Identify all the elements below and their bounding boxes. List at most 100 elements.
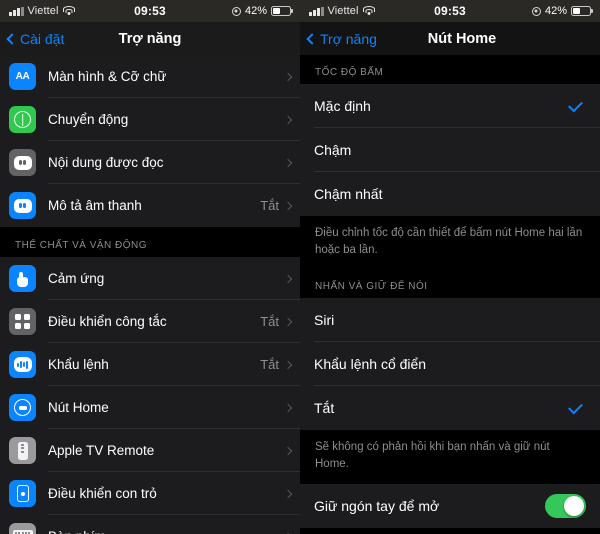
status-bar-left-group: Viettel xyxy=(309,5,376,17)
row-label: Màn hình & Cỡ chữ xyxy=(48,69,167,84)
sidebar-item-keyboard[interactable]: Bàn phím xyxy=(0,515,300,534)
option-default[interactable]: Mặc định xyxy=(300,84,600,128)
home-button-icon xyxy=(9,394,36,421)
carrier-label: Viettel xyxy=(327,5,359,17)
option-label: Tắt xyxy=(314,400,335,417)
clock-label: 09:53 xyxy=(134,4,166,18)
status-bar-right-group: 42% xyxy=(231,5,291,17)
back-button-accessibility[interactable]: Trợ năng xyxy=(306,30,377,47)
touch-icon xyxy=(9,265,36,292)
audio-descriptions-icon xyxy=(9,192,36,219)
row-label: Nội dung được đọc xyxy=(48,155,164,170)
option-off[interactable]: Tắt xyxy=(300,386,600,431)
sidebar-item-touch[interactable]: Cảm ứng xyxy=(0,257,300,300)
battery-icon xyxy=(271,6,291,16)
option-slow[interactable]: Chậm xyxy=(300,128,600,172)
checkmark-icon xyxy=(568,97,583,112)
switch-control-icon xyxy=(9,308,36,335)
row-label: Cảm ứng xyxy=(48,271,105,286)
chevron-right-icon xyxy=(283,201,293,210)
sidebar-item-audio-descriptions[interactable]: Mô tả âm thanh Tắt xyxy=(0,184,300,227)
pointer-control-icon xyxy=(9,480,36,507)
wifi-icon xyxy=(63,6,76,16)
sidebar-item-motion[interactable]: Chuyển động xyxy=(0,98,300,141)
sidebar-item-switch-control[interactable]: Điều khiển công tắc Tắt xyxy=(0,300,300,343)
chevron-right-icon xyxy=(283,72,293,81)
wifi-icon xyxy=(363,6,376,16)
chevron-left-icon xyxy=(306,32,318,45)
carrier-label: Viettel xyxy=(27,5,59,17)
chevron-right-icon xyxy=(283,115,293,124)
chevron-right-icon xyxy=(283,274,293,283)
back-button-label: Cài đặt xyxy=(20,30,65,47)
cellular-bars-icon xyxy=(309,6,324,16)
sidebar-item-spoken-content[interactable]: Nội dung được đọc xyxy=(0,141,300,184)
section-header-click-speed: TỐC ĐỘ BẤM xyxy=(300,55,600,84)
row-label: Điều khiển công tắc xyxy=(48,314,167,329)
clock-label: 09:53 xyxy=(434,4,466,18)
row-value: Tắt xyxy=(260,314,279,329)
row-value: Tắt xyxy=(260,357,279,372)
row-label: Bàn phím xyxy=(48,529,279,534)
status-bar-left-group: Viettel xyxy=(9,5,76,17)
dual-screenshot-container: Viettel 09:53 42% Cài đặt Trợ năng AA Mà… xyxy=(0,0,600,534)
page-title: Trợ năng xyxy=(118,30,182,47)
battery-percent-label: 42% xyxy=(244,5,267,17)
click-speed-options: Mặc định Chậm Chậm nhất xyxy=(300,84,600,216)
chevron-right-icon xyxy=(283,360,293,369)
home-button-screen: Viettel 09:53 42% Trợ năng Nút Home TỐC … xyxy=(300,0,600,534)
chevron-right-icon xyxy=(283,317,293,326)
option-label: Chậm xyxy=(314,142,352,158)
click-speed-footer: Điều chỉnh tốc độ cần thiết để bấm nút H… xyxy=(300,216,600,270)
row-label: Nút Home xyxy=(48,400,109,415)
row-value: Tắt xyxy=(260,198,279,213)
section-header-press-hold-to-speak: NHẤN VÀ GIỮ ĐỂ NÓI xyxy=(300,269,600,299)
sidebar-item-display-text[interactable]: AA Màn hình & Cỡ chữ xyxy=(0,55,300,98)
left-content: AA Màn hình & Cỡ chữ Chuyển động Nội dun… xyxy=(0,55,300,534)
row-label: Apple TV Remote xyxy=(48,443,155,458)
chevron-left-icon xyxy=(6,32,18,45)
row-label: Điều khiển con trỏ xyxy=(48,486,157,501)
sidebar-item-voice-control[interactable]: Khẩu lệnh Tắt xyxy=(0,343,300,386)
nav-bar-right: Trợ năng Nút Home xyxy=(300,22,600,55)
status-bar-left: Viettel 09:53 42% xyxy=(0,0,300,22)
location-services-icon xyxy=(231,6,241,16)
rest-finger-group: Giữ ngón tay để mở xyxy=(300,483,600,528)
row-label: Chuyển động xyxy=(48,112,129,127)
back-button-label: Trợ năng xyxy=(320,30,377,47)
sidebar-item-apple-tv-remote[interactable]: Apple TV Remote xyxy=(0,429,300,472)
display-text-size-icon: AA xyxy=(9,63,36,90)
keyboard-icon xyxy=(9,523,36,534)
nav-bar-left: Cài đặt Trợ năng xyxy=(0,22,300,55)
rest-finger-footer: Mở iPhone bằng Touch ID, không cần nhấn … xyxy=(300,527,600,534)
chevron-right-icon xyxy=(283,489,293,498)
checkmark-icon xyxy=(568,399,583,415)
spoken-content-icon xyxy=(9,149,36,176)
row-label: Mô tả âm thanh xyxy=(48,198,142,213)
rest-finger-to-open-row[interactable]: Giữ ngón tay để mở xyxy=(300,483,600,528)
page-title: Nút Home xyxy=(427,30,497,47)
chevron-right-icon xyxy=(283,446,293,455)
accessibility-group-1: AA Màn hình & Cỡ chữ Chuyển động Nội dun… xyxy=(0,55,300,227)
location-services-icon xyxy=(531,6,541,16)
option-label: Chậm nhất xyxy=(314,186,383,202)
option-classic-voice-control[interactable]: Khẩu lệnh cổ điển xyxy=(300,342,600,387)
right-content: TỐC ĐỘ BẤM Mặc định Chậm Chậm nhất Điều … xyxy=(300,55,600,534)
accessibility-screen: Viettel 09:53 42% Cài đặt Trợ năng AA Mà… xyxy=(0,0,300,534)
option-slowest[interactable]: Chậm nhất xyxy=(300,172,600,216)
sidebar-item-pointer-control[interactable]: Điều khiển con trỏ xyxy=(0,472,300,515)
status-bar-right: Viettel 09:53 42% xyxy=(300,0,600,22)
cellular-bars-icon xyxy=(9,6,24,16)
accessibility-group-2: Cảm ứng Điều khiển công tắc Tắt Khẩu lện… xyxy=(0,257,300,534)
sidebar-item-home-button[interactable]: Nút Home xyxy=(0,386,300,429)
section-header-physical-motor: THỂ CHẤT VÀ VẬN ĐỘNG xyxy=(0,227,300,257)
option-siri[interactable]: Siri xyxy=(300,298,600,343)
toggle-label: Giữ ngón tay để mở xyxy=(314,497,440,514)
press-hold-options: Siri Khẩu lệnh cổ điển Tắt xyxy=(300,298,600,431)
option-label: Siri xyxy=(314,312,335,329)
option-label: Khẩu lệnh cổ điển xyxy=(314,356,427,373)
back-button-settings[interactable]: Cài đặt xyxy=(6,30,65,47)
chevron-right-icon xyxy=(283,403,293,412)
voice-control-icon xyxy=(9,351,36,378)
rest-finger-toggle[interactable] xyxy=(545,493,586,518)
